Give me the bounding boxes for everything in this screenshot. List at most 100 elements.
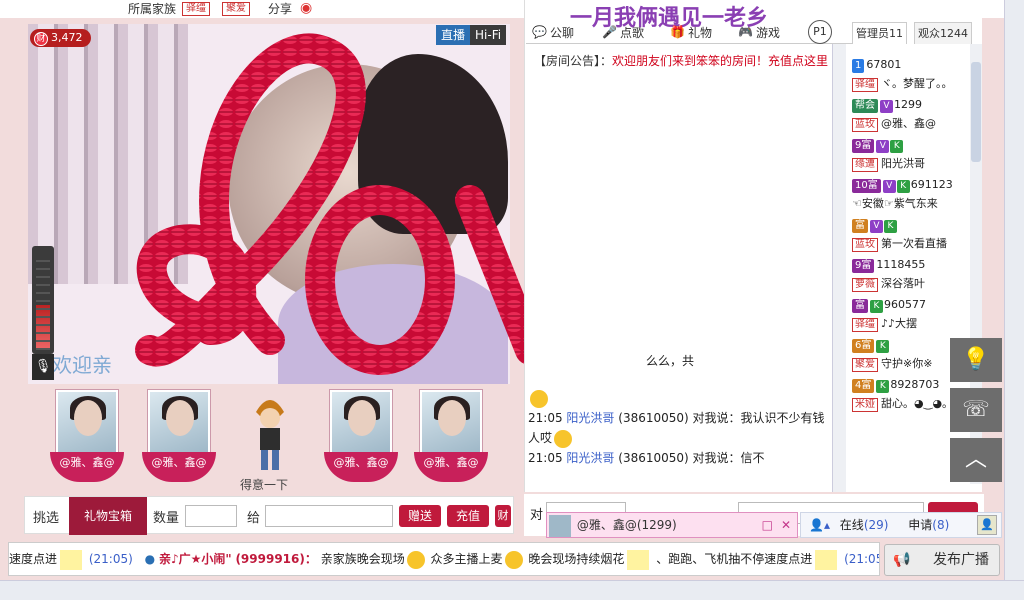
mic-seat[interactable]: @雅、鑫@	[324, 390, 398, 482]
vip-icon: V	[882, 180, 896, 193]
seat-avatar	[56, 390, 118, 454]
streamer-shirt	[278, 264, 508, 384]
live-button[interactable]: 直播	[436, 25, 471, 45]
volume-segment	[36, 348, 50, 350]
user-row[interactable]: 富 K 960577	[852, 296, 926, 314]
viewer-count-badge: 财 3,472	[30, 29, 91, 47]
user-nickname: 甜心。◕‿◕。	[881, 397, 954, 410]
user-row[interactable]: 4富 K 8928703	[852, 376, 939, 394]
volume-meter[interactable]	[32, 246, 54, 354]
recipient-input[interactable]	[265, 505, 393, 527]
user-row[interactable]: 1 67801	[852, 56, 901, 74]
give-button[interactable]: 赠送	[399, 505, 441, 527]
chat-scrollbar[interactable]	[832, 44, 846, 492]
user-row-name[interactable]: 米娅 甜心。◕‿◕。	[852, 395, 953, 413]
tab-audience[interactable]: 观众1244	[914, 22, 972, 44]
tab-admins[interactable]: 管理员11	[852, 22, 907, 44]
user-settings-icon[interactable]: 👤	[977, 515, 997, 535]
apply-label[interactable]: 申请	[908, 518, 932, 532]
user-row[interactable]: 9富 V K	[852, 136, 904, 154]
notice-text[interactable]: 欢迎朋友们来到笨笨的房间！充值点这里	[612, 54, 828, 68]
family-tag: 缘遭	[852, 158, 878, 172]
seat-avatar	[330, 390, 392, 454]
vip-icon: V	[880, 100, 893, 113]
phone-icon[interactable]: ☏	[950, 388, 1002, 432]
chat-username[interactable]: 阳光洪哥	[566, 451, 614, 465]
k-badge-icon: K	[884, 220, 897, 233]
volume-level	[36, 305, 50, 350]
gift-box-button[interactable]: 礼物宝箱	[69, 497, 147, 535]
user-row-name[interactable]: 萝薇 深谷落叶	[852, 275, 925, 293]
lightbulb-icon[interactable]: 💡	[950, 338, 1002, 382]
tab-games[interactable]: 🎮 游戏	[738, 22, 780, 44]
family-tag[interactable]: 驿缰	[182, 2, 210, 16]
user-level-badge: 6富	[852, 339, 875, 353]
close-icon[interactable]: ✕	[781, 513, 791, 537]
family-label: 所属家族	[128, 2, 177, 16]
user-id: 1299	[894, 98, 922, 111]
user-row-name[interactable]: 蓝玫 @雅、鑫@	[852, 115, 936, 133]
user-row-name[interactable]: 缘遭 阳光洪哥	[852, 155, 925, 173]
microphone-icon[interactable]: 🎙	[32, 354, 54, 380]
share-link[interactable]: 分享	[268, 0, 292, 17]
mic-seat[interactable]: @雅、鑫@	[142, 390, 216, 482]
user-nickname: 阳光洪哥	[881, 157, 925, 170]
user-row-name[interactable]: ☜安徽☞紫气东来	[852, 195, 938, 213]
family-tag: 萝薇	[852, 278, 878, 292]
chat-bubble-icon: 💬	[532, 25, 547, 39]
publish-broadcast-button[interactable]: 📢 发布广播	[884, 544, 1000, 576]
user-level-badge: 10富	[852, 179, 881, 193]
curtain-background	[28, 24, 188, 284]
online-status: 👤▴ 在线(29) 申请(8) 👤	[800, 512, 1002, 538]
user-row[interactable]: 帮会 V 1299	[852, 96, 922, 114]
mic-seat[interactable]: @雅、鑫@	[414, 390, 488, 482]
volume-segment	[36, 284, 50, 286]
chat-emoji	[528, 388, 828, 408]
gift-bar: 挑选 礼物宝箱 数量 给 赠送 充值 财	[24, 496, 514, 535]
user-row-name[interactable]: 聚爱 守护※你※	[852, 355, 932, 373]
user-id: 691123	[910, 178, 953, 191]
user-row-name[interactable]: 蓝玫 第一次看直播	[852, 235, 947, 253]
video-stream[interactable]: 欢迎亲	[28, 24, 510, 384]
k-badge-icon: K	[876, 340, 890, 353]
seat-name: @雅、鑫@	[142, 452, 216, 482]
recharge-button[interactable]: 充值	[447, 505, 489, 527]
hifi-button[interactable]: Hi-Fi	[470, 25, 507, 45]
online-label[interactable]: 在线	[840, 518, 864, 532]
user-row[interactable]: 10富 V K 691123	[852, 176, 953, 194]
volume-segment	[36, 308, 50, 310]
user-row-name[interactable]: 驿缰 ♪♪大摆	[852, 315, 917, 333]
wait-seat-label: 得意一下	[240, 478, 289, 492]
to-label: 给	[247, 511, 261, 526]
volume-segment	[36, 324, 50, 326]
private-chat-popup[interactable]: @雅、鑫@(1299) □ ✕	[546, 512, 798, 538]
tab-song-request[interactable]: 🎤 点歌	[602, 22, 644, 44]
weibo-icon[interactable]: ◉	[300, 0, 312, 16]
vertical-scrollbar[interactable]	[1004, 0, 1024, 580]
seat-name: @雅、鑫@	[324, 452, 398, 482]
user-row[interactable]: 9富 1118455	[852, 256, 925, 274]
scroll-top-icon[interactable]: ︿	[950, 438, 1002, 482]
cartoon-figure-icon[interactable]	[250, 392, 290, 476]
ticker-sender[interactable]: 亲♪广★小闹"	[159, 552, 232, 566]
wealth-icon[interactable]: 财	[495, 505, 511, 527]
microphone-icon: 🎤	[602, 25, 617, 39]
user-row-name[interactable]: 驿缰 ヾ。梦醒了。。	[852, 75, 953, 93]
tab-public-chat[interactable]: 💬 公聊	[532, 22, 574, 44]
seat-avatar	[148, 390, 210, 454]
user-icon: 👤▴	[809, 518, 830, 532]
user-row[interactable]: 富VK	[852, 216, 898, 234]
user-row[interactable]: 6富 K	[852, 336, 890, 354]
family-tag-2[interactable]: 聚爱	[222, 2, 250, 16]
mic-seat[interactable]: @雅、鑫@	[50, 390, 124, 482]
chat-username[interactable]: 阳光洪哥	[566, 411, 614, 425]
p1-icon[interactable]: P1	[808, 20, 832, 44]
k-badge-icon: K	[896, 180, 910, 193]
horizontal-scrollbar[interactable]	[0, 580, 1024, 600]
maximize-icon[interactable]: □	[762, 513, 773, 537]
k-badge-icon: K	[876, 380, 890, 393]
user-level-badge: 9富	[852, 259, 875, 273]
user-level-badge: 富	[852, 299, 868, 313]
tab-gifts[interactable]: 🎁 礼物	[670, 22, 712, 44]
quantity-input[interactable]	[185, 505, 237, 527]
